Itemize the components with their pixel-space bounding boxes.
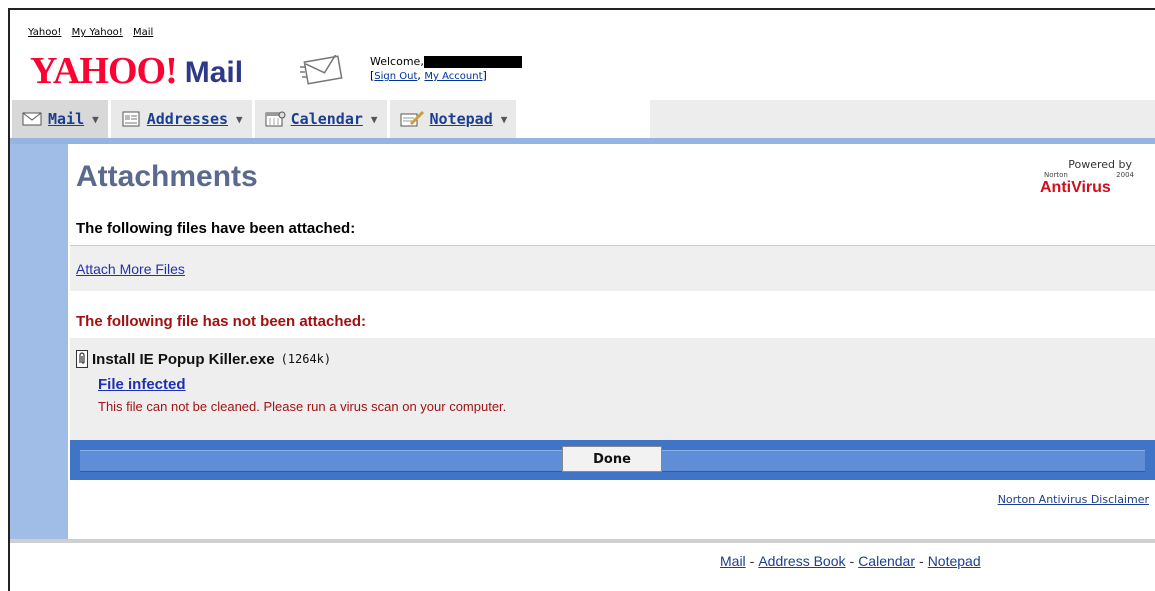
norton-antivirus-logo: AntiVirus	[1040, 179, 1111, 196]
footer-link-address-book[interactable]: Address Book	[758, 553, 845, 569]
welcome-area: Welcome, [Sign Out, My Account]	[370, 55, 522, 84]
top-link-yahoo[interactable]: Yahoo!	[28, 27, 61, 38]
envelope-icon	[21, 111, 43, 127]
tab-mail[interactable]: Mail ▼	[12, 100, 111, 138]
my-account-link[interactable]: My Account	[424, 71, 482, 82]
footer-link-calendar[interactable]: Calendar	[858, 553, 915, 569]
file-name: Install IE Popup Killer.exe	[92, 350, 275, 368]
welcome-separator: ,	[417, 69, 421, 82]
footer-link-notepad[interactable]: Notepad	[928, 553, 981, 569]
tab-addresses[interactable]: Addresses ▼	[110, 100, 255, 138]
not-attached-heading: The following file has not been attached…	[76, 313, 367, 330]
tab-notepad-label: Notepad	[429, 110, 493, 128]
file-line: Install IE Popup Killer.exe (1264k)	[76, 350, 331, 368]
footer-separator: -	[919, 553, 924, 569]
top-links: Yahoo! My Yahoo! Mail	[28, 27, 160, 38]
page-title: Attachments	[76, 160, 258, 193]
footer-link-mail[interactable]: Mail	[720, 553, 746, 569]
tab-calendar-label: Calendar	[290, 110, 363, 128]
norton-disclaimer-link[interactable]: Norton Antivirus Disclaimer	[998, 493, 1149, 506]
chevron-down-icon[interactable]: ▼	[92, 113, 99, 126]
tab-calendar[interactable]: Calendar ▼	[254, 100, 390, 138]
calendar-icon	[264, 110, 286, 128]
powered-by-label: Powered by	[1068, 158, 1132, 171]
page-frame-top	[8, 8, 1155, 10]
attached-files-heading: The following files have been attached:	[76, 220, 356, 237]
attach-more-row: Attach More Files	[70, 246, 1155, 291]
address-book-icon	[120, 110, 142, 128]
welcome-label: Welcome,	[370, 55, 424, 68]
norton-badge: Powered by Norton 2004 AntiVirus	[1030, 158, 1140, 197]
sign-out-link[interactable]: Sign Out	[374, 71, 417, 82]
tab-mail-label: Mail	[48, 110, 85, 128]
footer-separator: -	[849, 553, 855, 569]
chevron-down-icon[interactable]: ▼	[371, 113, 378, 126]
logo-yahoo-text: YAHOO!	[30, 50, 178, 92]
done-bar: Done	[70, 440, 1155, 480]
file-size: (1264k)	[280, 352, 332, 366]
envelope-icon	[300, 51, 350, 92]
left-sidebar-bar	[10, 144, 68, 539]
rejected-file-box: Install IE Popup Killer.exe (1264k) File…	[70, 338, 1155, 440]
logo-mail-text: Mail	[184, 56, 244, 89]
bottom-divider	[10, 539, 1155, 543]
main-tabs: Mail ▼ Addresses ▼ Calendar ▼ Notepad ▼	[12, 100, 520, 138]
top-link-my-yahoo[interactable]: My Yahoo!	[72, 27, 123, 38]
top-link-mail[interactable]: Mail	[133, 27, 153, 38]
done-button[interactable]: Done	[562, 446, 662, 472]
redacted-username	[423, 56, 522, 68]
file-infected-link[interactable]: File infected	[98, 376, 186, 393]
chevron-down-icon[interactable]: ▼	[236, 113, 243, 126]
footer-separator: -	[749, 553, 755, 569]
footer-links: Mail - Address Book - Calendar - Notepad	[720, 553, 981, 569]
tab-bar-filler	[650, 100, 1155, 138]
yahoo-mail-logo[interactable]: YAHOO! Mail	[30, 50, 243, 90]
chevron-down-icon[interactable]: ▼	[501, 113, 508, 126]
tab-notepad[interactable]: Notepad ▼	[389, 100, 520, 138]
virus-message: This file can not be cleaned. Please run…	[98, 399, 507, 414]
norton-year: 2004	[1116, 171, 1134, 179]
paperclip-icon	[76, 350, 88, 368]
notepad-icon	[399, 110, 425, 128]
norton-brand-small: Norton	[1044, 171, 1068, 179]
attach-more-files-link[interactable]: Attach More Files	[76, 261, 185, 277]
tab-addresses-label: Addresses	[146, 110, 229, 128]
